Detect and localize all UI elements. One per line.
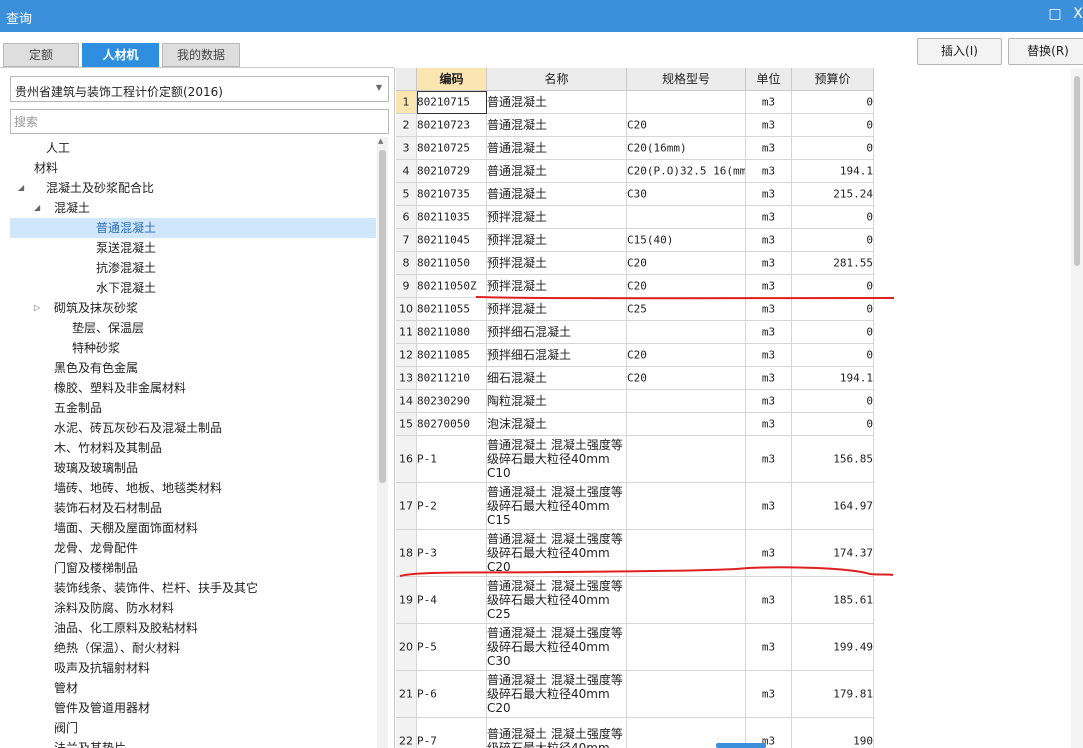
- horizontal-scroll-indicator[interactable]: [716, 743, 766, 748]
- table-scrollbar[interactable]: [1071, 68, 1083, 748]
- annotation-underline-row18: [399, 566, 894, 577]
- annotation-underline-row9: [475, 296, 895, 300]
- annotation-overlay: [399, 296, 895, 577]
- table-scroll-thumb[interactable]: [1074, 76, 1080, 266]
